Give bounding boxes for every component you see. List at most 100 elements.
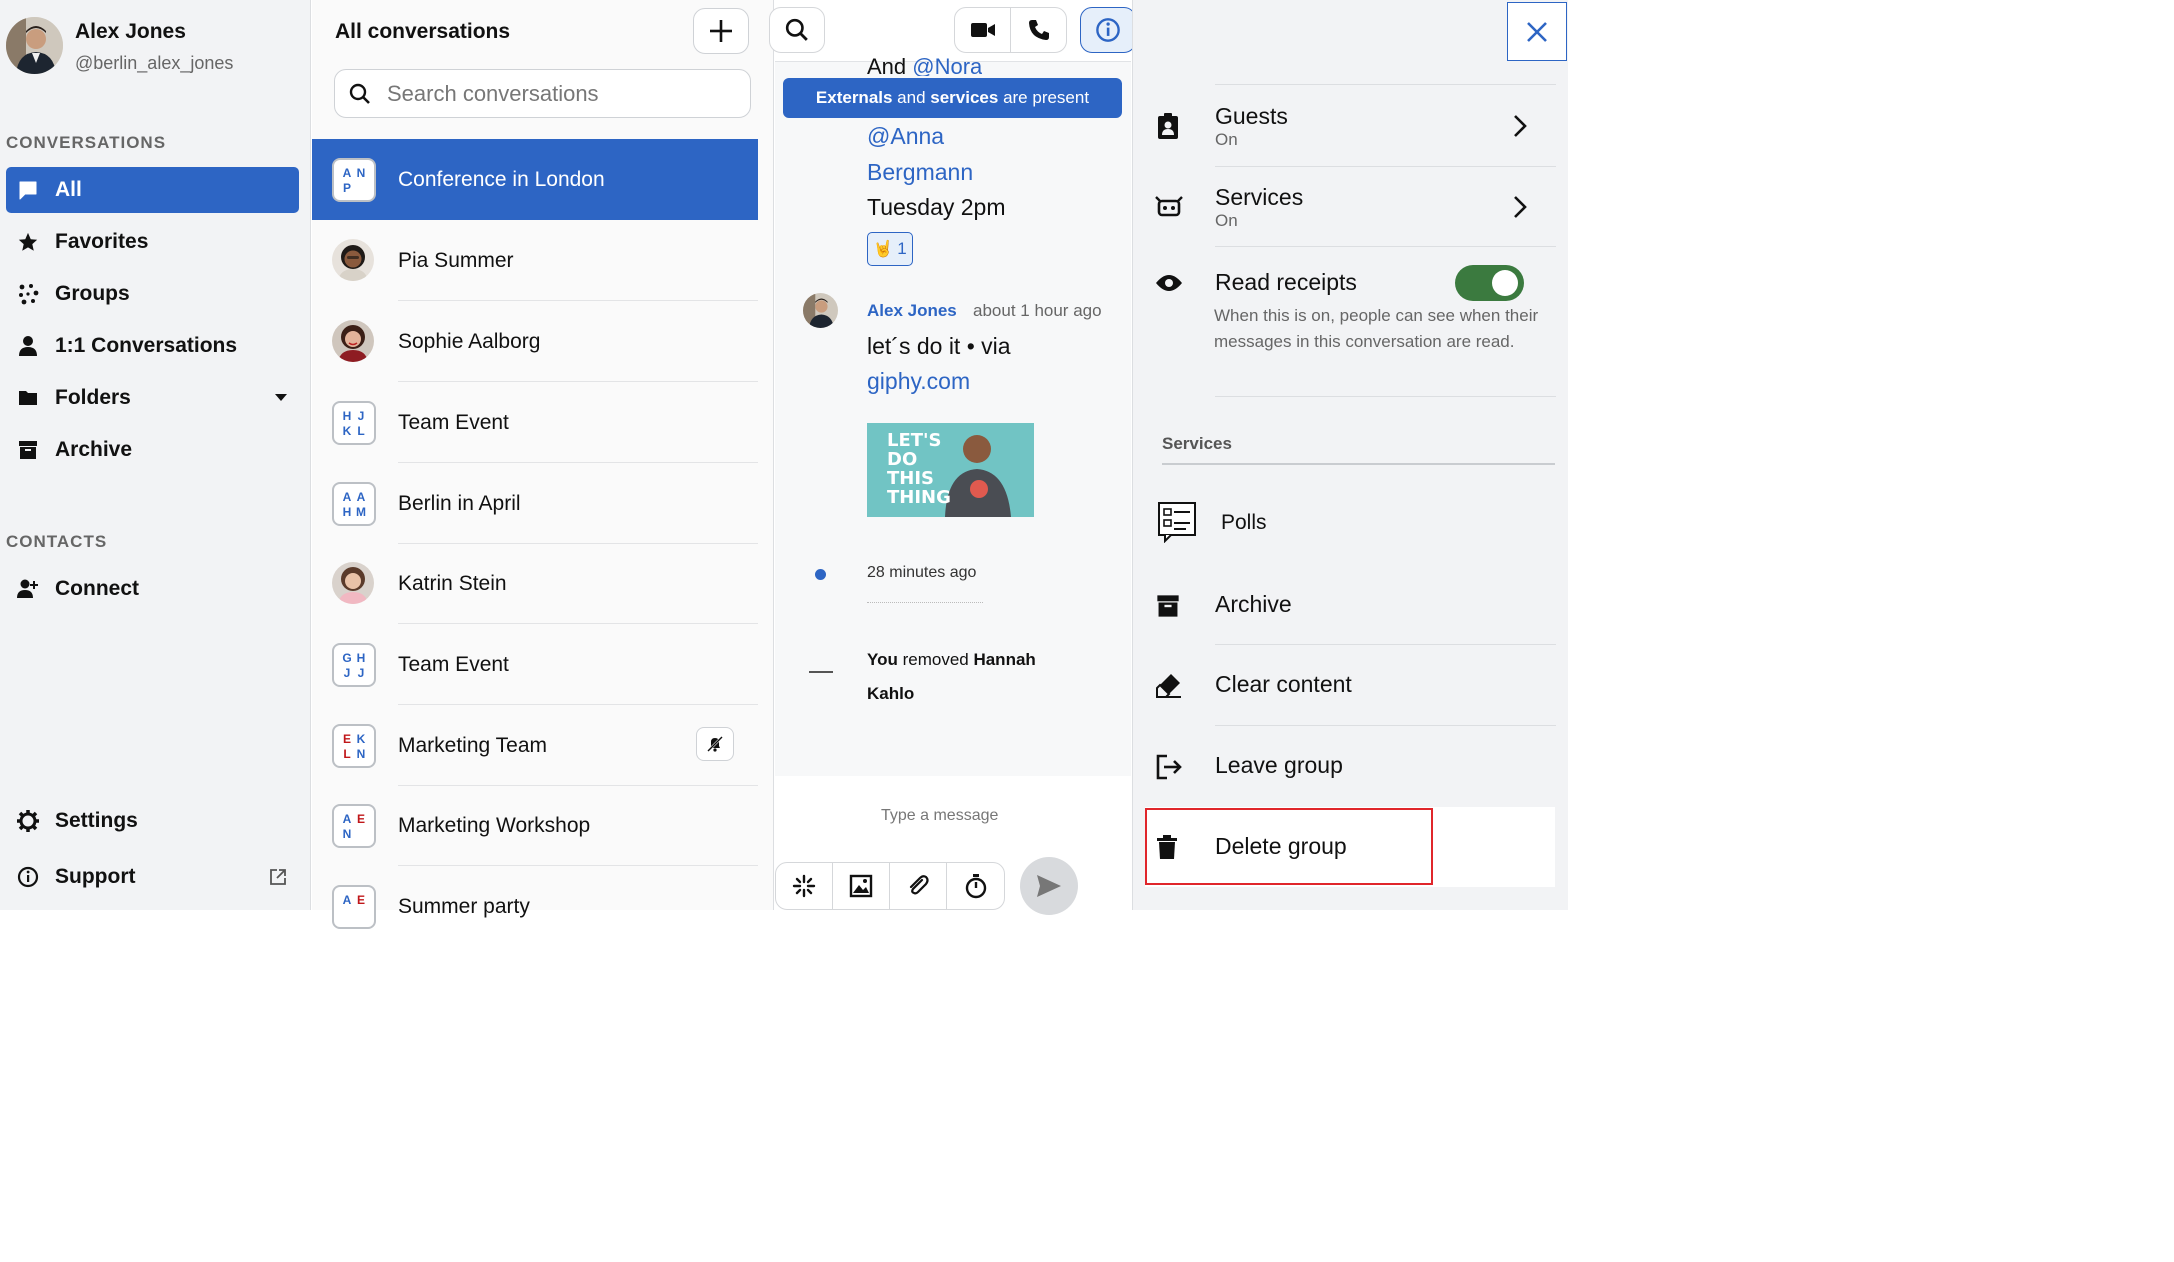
conversation-item[interactable]: EKLN Marketing Team (312, 705, 758, 786)
message-partial: And @Nora (867, 54, 983, 76)
group-avatar: EKLN (332, 724, 376, 768)
sidebar: Alex Jones @berlin_alex_jones CONVERSATI… (0, 0, 311, 910)
conversation-item[interactable]: ANP Conference in London (312, 139, 758, 220)
archive-icon (1155, 593, 1183, 621)
services-title: Services (1215, 184, 1304, 210)
external-link-icon[interactable] (269, 868, 287, 886)
conversation-item[interactable]: Sophie Aalborg (312, 301, 758, 382)
ping-icon (792, 874, 816, 898)
reaction-badge[interactable]: 🤘 1 (867, 232, 913, 266)
user-name: Alex Jones (75, 20, 186, 43)
add-person-icon (16, 577, 40, 601)
sidebar-item-groups[interactable]: Groups (6, 271, 299, 317)
clear-content-option[interactable]: Clear content (1133, 645, 1557, 725)
chevron-right-icon (1513, 195, 1527, 219)
new-conversation-button[interactable] (693, 8, 749, 54)
group-avatar: ANP (332, 158, 376, 202)
minus-icon (809, 671, 833, 673)
close-icon (1526, 21, 1548, 43)
conversation-info-button[interactable] (1080, 7, 1136, 53)
gif-image[interactable]: LET'S DO THIS THING (867, 423, 1034, 517)
services-status: On (1215, 211, 1238, 230)
message-input[interactable]: Type a message (881, 807, 998, 825)
search-input[interactable]: Search conversations (387, 81, 599, 107)
reaction-emoji: 🤘 (873, 241, 894, 258)
archive-option[interactable]: Archive (1133, 565, 1557, 645)
sidebar-item-all[interactable]: All (6, 167, 299, 213)
toggle-knob (1492, 270, 1518, 296)
chat-bubble-icon (16, 178, 40, 202)
conversation-item[interactable]: Pia Summer (312, 220, 758, 301)
conversation-name: Team Event (398, 410, 509, 434)
sidebar-item-support[interactable]: Support (6, 854, 299, 900)
phone-icon (1027, 18, 1051, 42)
conversation-item[interactable]: GHJJ Team Event (312, 624, 758, 705)
conversation-name: Conference in London (398, 167, 605, 191)
guests-status: On (1215, 130, 1238, 149)
close-details-button[interactable] (1507, 2, 1567, 61)
contacts-heading: CONTACTS (6, 532, 108, 551)
message-text: Tuesday 2pm (867, 194, 1006, 220)
system-dot (815, 569, 826, 580)
leave-group-option[interactable]: Leave group (1133, 726, 1557, 806)
folder-icon (16, 386, 40, 410)
conversation-item[interactable]: AEN Marketing Workshop (312, 785, 758, 866)
message-author[interactable]: Alex Jones (867, 301, 957, 321)
conversation-item[interactable]: AE Summer party (312, 866, 758, 947)
search-field[interactable]: Search conversations (334, 69, 751, 118)
ping-button[interactable] (776, 863, 833, 909)
sidebar-item-label: Connect (55, 577, 139, 600)
message-author-avatar[interactable] (803, 293, 838, 328)
audio-call-button[interactable] (1010, 7, 1067, 53)
attachment-button[interactable] (890, 863, 947, 909)
sidebar-item-settings[interactable]: Settings (6, 798, 299, 844)
sidebar-item-folders[interactable]: Folders (6, 375, 299, 421)
sidebar-item-one-on-one[interactable]: 1:1 Conversations (6, 323, 299, 369)
archive-icon (16, 438, 40, 462)
image-icon (849, 874, 873, 898)
user-avatar[interactable] (6, 17, 63, 74)
chat-search-button[interactable] (769, 7, 825, 53)
mention-link[interactable]: Bergmann (867, 159, 973, 186)
person-icon (16, 334, 40, 358)
polls-service[interactable]: Polls (1133, 487, 1557, 559)
conversation-item[interactable]: AAHM Berlin in April (312, 463, 758, 544)
guest-badge-icon (1155, 112, 1183, 140)
services-option[interactable]: Services On (1133, 167, 1557, 247)
sidebar-item-archive[interactable]: Archive (6, 427, 299, 473)
timer-button[interactable] (947, 863, 1004, 909)
sidebar-item-connect[interactable]: Connect (6, 566, 299, 612)
video-call-button[interactable] (954, 7, 1011, 53)
leave-group-label: Leave group (1215, 752, 1343, 778)
system-message: You removed Hannah Kahlo (867, 650, 1036, 703)
conversation-name: Berlin in April (398, 491, 521, 515)
send-button[interactable] (1020, 857, 1078, 915)
sidebar-item-favorites[interactable]: Favorites (6, 219, 299, 265)
group-avatar: HJKL (332, 401, 376, 445)
group-avatar: AEN (332, 804, 376, 848)
star-icon (16, 230, 40, 254)
person-avatar (332, 562, 374, 604)
conversation-details-panel: Guests On Services On Read receipts When… (1132, 0, 1568, 910)
gif-caption: LET'S DO THIS THING (887, 430, 951, 508)
image-button[interactable] (833, 863, 890, 909)
conversation-item[interactable]: HJKL Team Event (312, 382, 758, 463)
group-avatar: AAHM (332, 482, 376, 526)
dotted-divider (867, 602, 983, 603)
clear-content-label: Clear content (1215, 671, 1352, 697)
highlight-box (1145, 808, 1433, 885)
muted-bell-button[interactable] (696, 727, 734, 761)
conversation-name: Sophie Aalborg (398, 329, 541, 353)
conversation-item[interactable]: Katrin Stein (312, 543, 758, 624)
sidebar-item-label: Folders (55, 386, 131, 409)
person-avatar (332, 239, 374, 281)
video-camera-icon (970, 21, 996, 39)
sidebar-item-label: Favorites (55, 230, 149, 253)
chat-panel: And @Nora Externals and services are pre… (769, 0, 1136, 915)
guests-option[interactable]: Guests On (1133, 86, 1557, 166)
read-receipts-toggle[interactable] (1455, 265, 1524, 301)
chevron-down-icon[interactable] (275, 394, 287, 402)
giphy-link[interactable]: giphy.com (867, 368, 970, 395)
mention-link[interactable]: @Anna (867, 123, 944, 150)
read-receipts-description: When this is on, people can see when the… (1214, 306, 1539, 351)
